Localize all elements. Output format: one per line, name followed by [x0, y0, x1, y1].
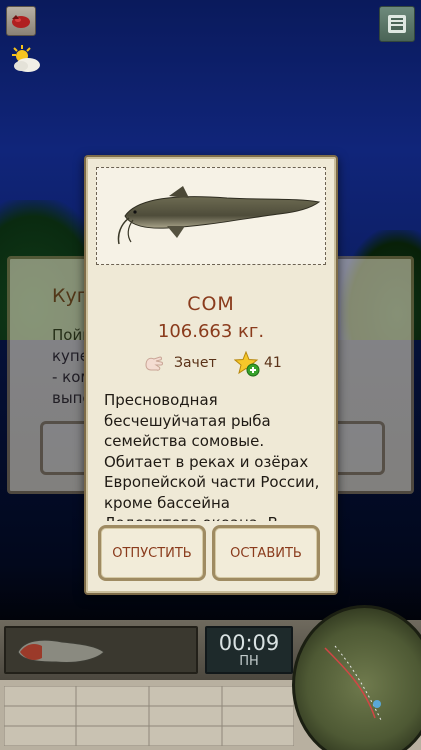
points-value: 41 [264, 355, 282, 371]
trophy-status-label: Зачет [174, 355, 217, 371]
fish-name: СОМ [187, 293, 235, 315]
bait-icon [17, 639, 105, 663]
menu-button[interactable] [379, 6, 415, 42]
keep-button[interactable]: ОСТАВИТЬ [212, 525, 320, 581]
star-plus-icon [234, 351, 260, 377]
fishing-line-icon [324, 645, 382, 721]
rod-tension-gauge [292, 605, 421, 750]
fish-photo [96, 167, 326, 265]
clock-day: ПН [239, 654, 259, 669]
game-clock: 00:09 ПН [205, 626, 293, 674]
clock-time: 00:09 [218, 631, 280, 655]
bait-box-icon [12, 15, 30, 28]
release-button[interactable]: ОТПУСТИТЬ [98, 525, 206, 581]
bait-box-button[interactable] [6, 6, 36, 36]
hud-grid-panel [4, 686, 294, 746]
catfish-image [117, 186, 321, 245]
sun-cloud-icon [12, 45, 40, 72]
weather-indicator [8, 44, 44, 74]
catch-stats: Зачет 41 [142, 351, 332, 377]
menu-icon [388, 15, 406, 33]
hand-icon [145, 356, 163, 371]
fish-weight: 106.663 кг. [157, 321, 265, 342]
shop-dialog-button-right [330, 421, 385, 475]
current-bait-slot[interactable] [4, 626, 198, 674]
fish-description-scroll[interactable]: Пресноводная бесчешуйчатая рыба семейств… [104, 390, 320, 521]
catch-card: СОМ 106.663 кг. Зачет 41 Пресноводная бе… [84, 155, 338, 595]
fish-description: Пресноводная бесчешуйчатая рыба семейств… [104, 391, 320, 521]
